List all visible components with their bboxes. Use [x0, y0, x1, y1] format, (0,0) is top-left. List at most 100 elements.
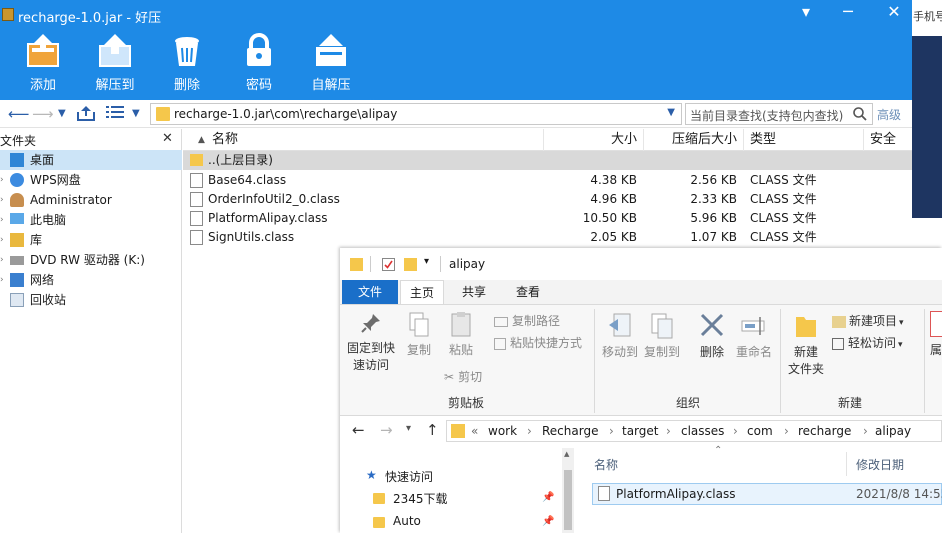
extract-label: 解压到: [95, 78, 135, 93]
forward-arrow-icon[interactable]: ⟶: [32, 104, 54, 124]
delete-button[interactable]: 删除: [157, 30, 217, 96]
properties-icon[interactable]: [382, 258, 395, 271]
breadcrumb-classes[interactable]: classes: [681, 424, 724, 438]
tab-home[interactable]: 主页: [400, 280, 444, 304]
cut-button[interactable]: ✂ 剪切: [444, 368, 482, 385]
easy-access-button[interactable]: 轻松访问 ▾: [832, 334, 903, 351]
easy-access-icon: [832, 337, 844, 350]
tree-item-dvd[interactable]: › DVD RW 驱动器 (K:): [0, 250, 182, 270]
file-name: Base64.class: [208, 173, 287, 187]
address-text: recharge-1.0.jar\com\recharge\alipay: [174, 107, 398, 121]
back-arrow-icon[interactable]: ←: [352, 421, 365, 439]
paste-button[interactable]: 粘贴: [444, 311, 478, 358]
view-dropdown-icon[interactable]: ▼: [132, 104, 140, 124]
expand-arrow-icon[interactable]: ›: [0, 270, 4, 290]
column-name[interactable]: ▲ 名称: [183, 129, 544, 151]
breadcrumb-target[interactable]: target: [622, 424, 659, 438]
tab-share[interactable]: 共享: [452, 280, 496, 304]
address-dropdown-icon[interactable]: ▼: [667, 107, 675, 118]
folder-icon: [156, 107, 170, 121]
tree-item-recycle-bin[interactable]: 回收站: [0, 290, 182, 310]
folder-icon: [373, 517, 385, 528]
expand-arrow-icon[interactable]: ›: [0, 190, 4, 210]
expand-arrow-icon[interactable]: ›: [0, 250, 4, 270]
nav-item-auto[interactable]: Auto: [393, 514, 421, 528]
address-bar[interactable]: recharge-1.0.jar\com\recharge\alipay ▼: [150, 103, 682, 125]
pin-icon[interactable]: 📌: [542, 516, 554, 527]
copy-path-button[interactable]: 复制路径: [494, 312, 560, 329]
tab-file[interactable]: 文件: [342, 280, 398, 304]
view-list-icon[interactable]: [106, 104, 124, 124]
search-icon[interactable]: [852, 106, 868, 122]
tree-item-this-pc[interactable]: › 此电脑: [0, 210, 182, 230]
table-row[interactable]: SignUtils.class 2.05 KB 1.07 KB CLASS 文件: [183, 228, 912, 247]
copy-to-button[interactable]: 复制到: [642, 311, 682, 360]
column-security[interactable]: 安全: [864, 129, 912, 151]
move-to-button[interactable]: 移动到: [600, 311, 640, 360]
minimize-button[interactable]: ─: [834, 2, 862, 21]
tree-item-administrator[interactable]: › Administrator: [0, 190, 182, 210]
expand-arrow-icon[interactable]: ›: [0, 210, 4, 230]
expand-arrow-icon[interactable]: ›: [0, 230, 4, 250]
copy-button[interactable]: 复制: [402, 311, 436, 358]
table-row[interactable]: OrderInfoUtil2_0.class 4.96 KB 2.33 KB C…: [183, 190, 912, 209]
tab-view[interactable]: 查看: [506, 280, 550, 304]
nav-pane-scrollbar[interactable]: ▲: [562, 448, 574, 533]
properties-label: 属: [930, 343, 942, 357]
quick-access-item[interactable]: 快速访问: [385, 468, 433, 485]
breadcrumb-recharge[interactable]: Recharge: [542, 424, 598, 438]
new-folder-icon[interactable]: [404, 258, 417, 271]
sfx-icon: [316, 34, 346, 66]
ribbon-toggle-button[interactable]: ▾: [792, 2, 820, 21]
list-item[interactable]: PlatformAlipay.class 2021/8/8 14:55: [592, 483, 942, 505]
breadcrumb-com[interactable]: com: [747, 424, 773, 438]
cut-label: 剪切: [458, 370, 483, 384]
up-arrow-icon[interactable]: ↑: [426, 421, 439, 439]
up-folder-icon[interactable]: [76, 104, 96, 124]
extract-button[interactable]: 解压到: [85, 30, 145, 96]
pin-quick-access-button[interactable]: 固定到快 速访问: [346, 311, 396, 373]
column-name[interactable]: 名称: [594, 456, 618, 473]
scrollbar-thumb[interactable]: [564, 470, 572, 530]
tree-item-desktop[interactable]: 桌面: [0, 150, 182, 170]
quick-access-dropdown-icon[interactable]: ▾: [424, 256, 429, 267]
sfx-button[interactable]: 自解压: [301, 30, 361, 96]
rename-button[interactable]: 重命名: [734, 311, 774, 360]
breadcrumb-alipay[interactable]: alipay: [875, 424, 911, 438]
breadcrumb-work[interactable]: work: [488, 424, 517, 438]
column-packed-size[interactable]: 压缩后大小: [644, 129, 744, 151]
pin-icon[interactable]: 📌: [542, 492, 554, 503]
column-type[interactable]: 类型: [744, 129, 864, 151]
advanced-search-button[interactable]: 高级: [877, 106, 901, 123]
add-button[interactable]: 添加: [13, 30, 73, 96]
table-row[interactable]: Base64.class 4.38 KB 2.56 KB CLASS 文件: [183, 171, 912, 190]
ribbon-home: 固定到快 速访问 复制 粘贴 复制路径 粘贴快捷方式 ✂剪切 剪贴板 移动到: [340, 304, 942, 416]
breadcrumb-recharge[interactable]: recharge: [798, 424, 851, 438]
close-panel-icon[interactable]: ✕: [162, 131, 173, 146]
column-size[interactable]: 大小: [544, 129, 644, 151]
delete-file-button[interactable]: 删除: [692, 311, 732, 360]
scroll-up-icon[interactable]: ▲: [564, 450, 569, 458]
parent-directory-row[interactable]: ..(上层目录): [183, 151, 912, 170]
tree-item-library[interactable]: › 库: [0, 230, 182, 250]
nav-item-2345-downloads[interactable]: 2345下载: [393, 490, 448, 507]
tree-item-wps-cloud[interactable]: › WPS网盘: [0, 170, 182, 190]
password-button[interactable]: 密码: [229, 30, 289, 96]
column-modified-date[interactable]: 修改日期: [856, 456, 904, 473]
search-input[interactable]: 当前目录查找(支持包内查找): [685, 103, 873, 125]
paste-shortcut-button[interactable]: 粘贴快捷方式: [494, 334, 582, 351]
properties-button[interactable]: 属: [930, 311, 942, 358]
expand-arrow-icon[interactable]: ›: [0, 170, 4, 190]
new-folder-button[interactable]: 新建 文件夹: [786, 311, 826, 377]
recent-locations-dropdown-icon[interactable]: ▾: [406, 423, 411, 434]
move-to-icon: [609, 313, 631, 337]
history-dropdown-icon[interactable]: ▼: [58, 104, 66, 124]
tree-item-network[interactable]: › 网络: [0, 270, 182, 290]
close-button[interactable]: ✕: [880, 2, 908, 21]
new-item-button[interactable]: 新建项目 ▾: [832, 312, 904, 329]
breadcrumb-overflow[interactable]: «: [471, 424, 478, 438]
forward-arrow-icon[interactable]: →: [380, 421, 393, 439]
table-row[interactable]: PlatformAlipay.class 10.50 KB 5.96 KB CL…: [183, 209, 912, 228]
explorer-address-bar[interactable]: « work › Recharge › target › classes › c…: [446, 420, 942, 442]
back-arrow-icon[interactable]: ⟵: [8, 104, 30, 124]
